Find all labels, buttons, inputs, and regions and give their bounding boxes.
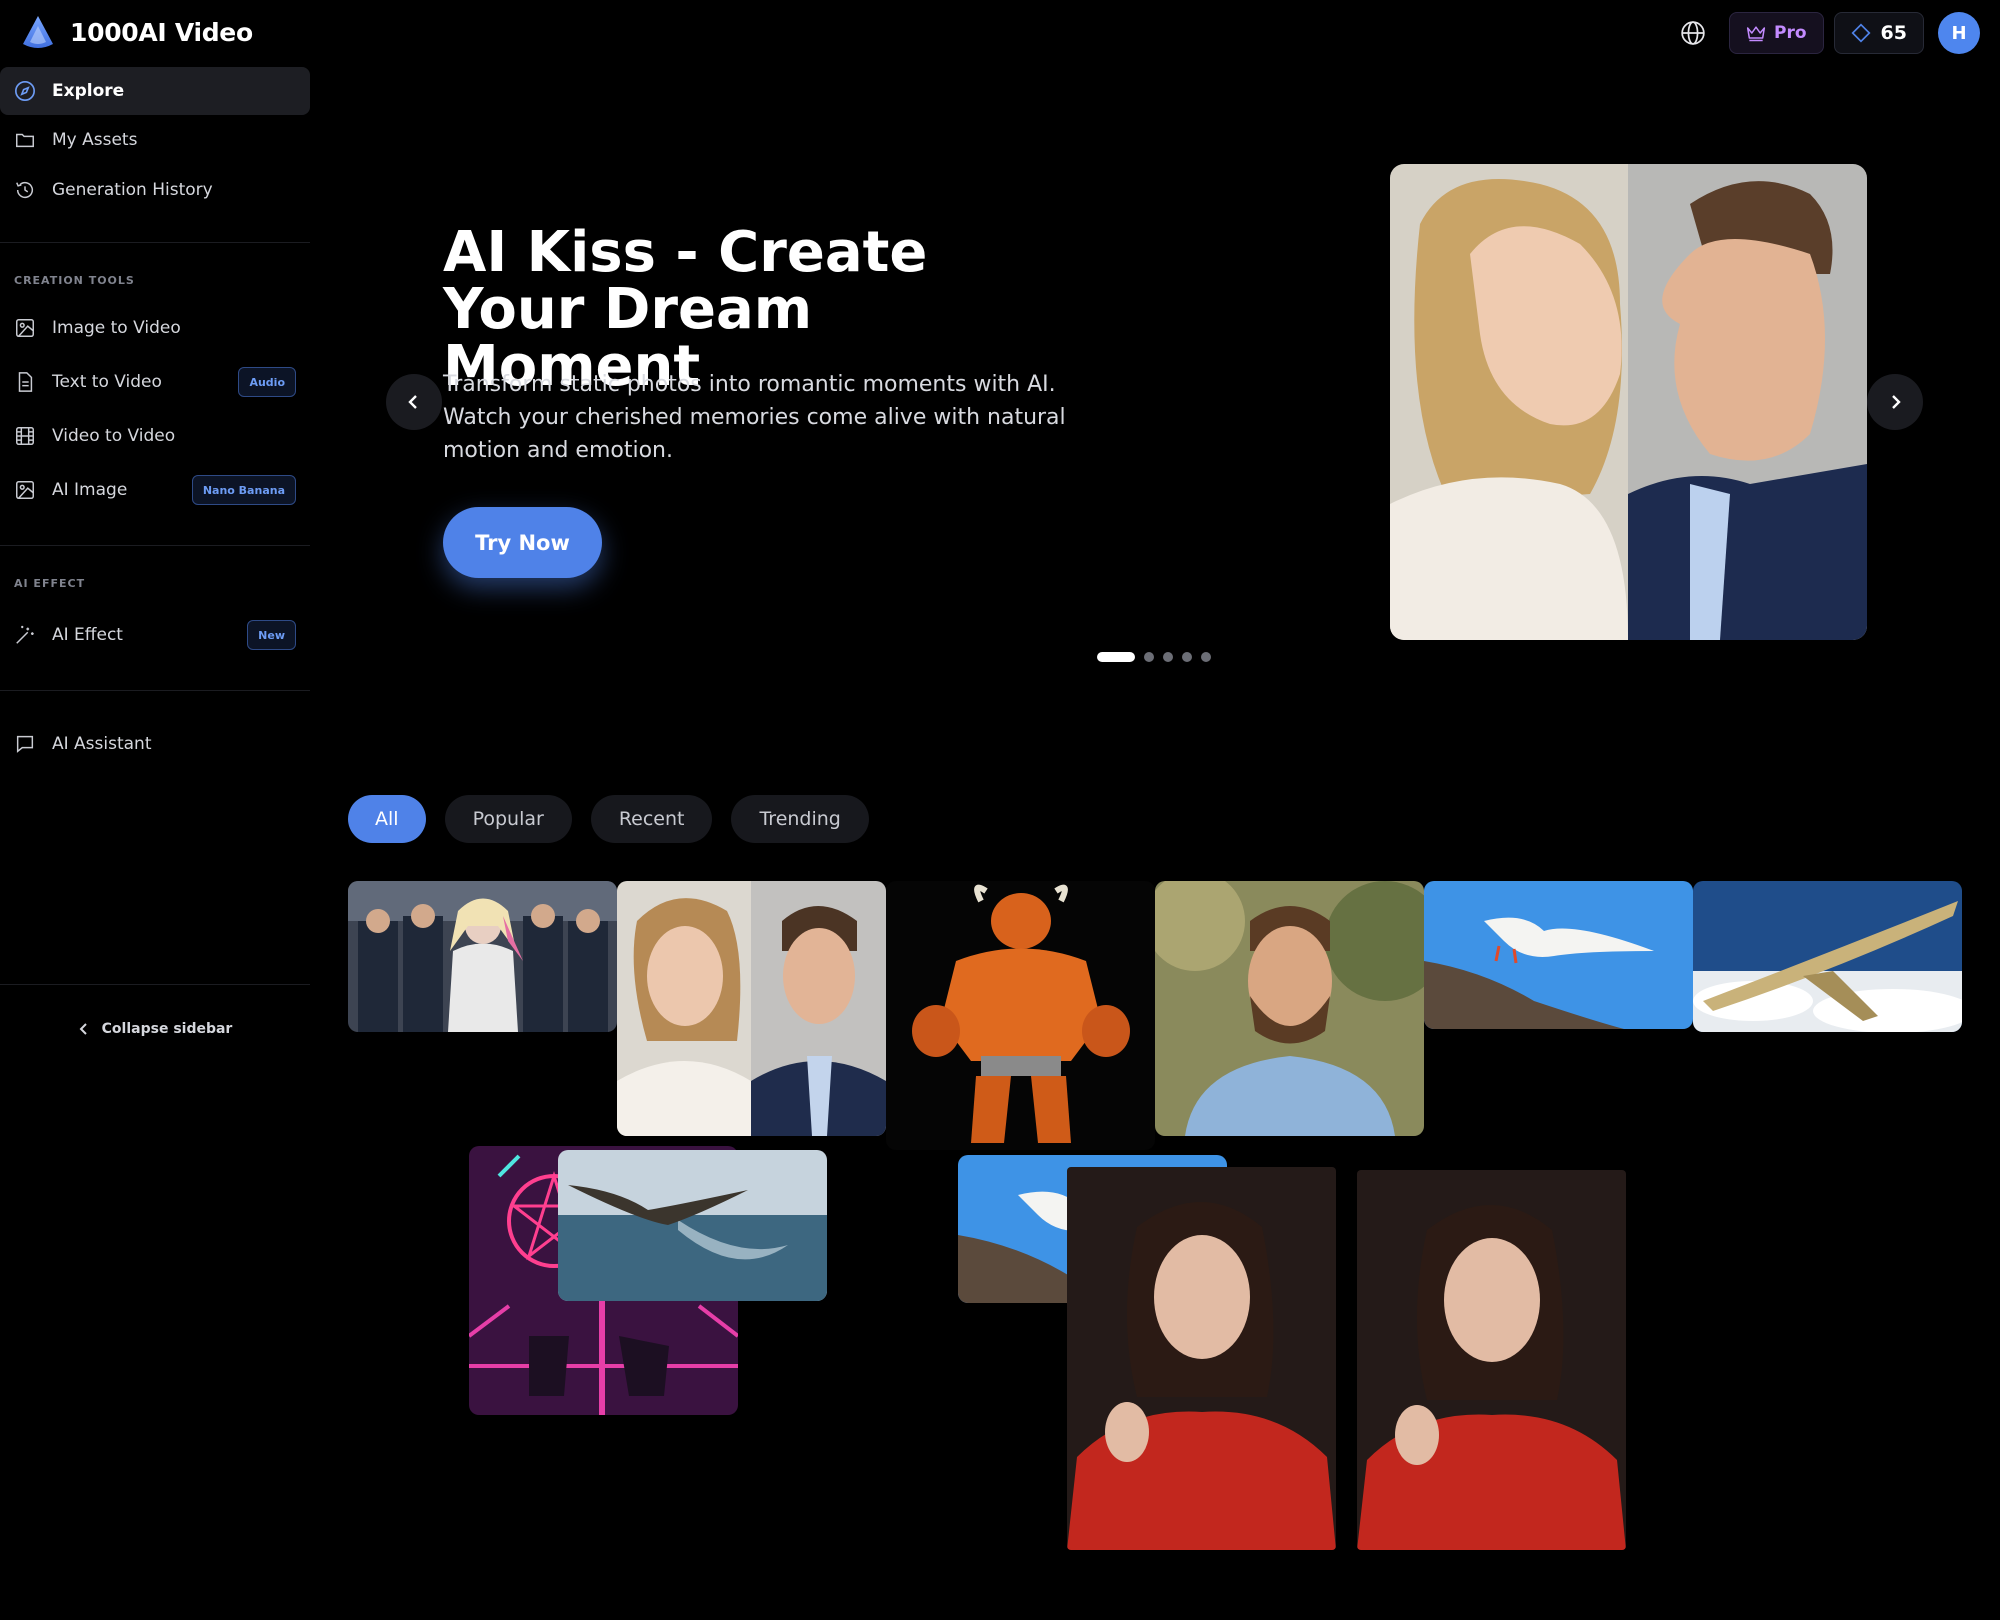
tab-trending[interactable]: Trending (731, 795, 869, 843)
pro-label: Pro (1774, 23, 1807, 43)
document-icon (14, 371, 36, 393)
sidebar-item-image-to-video[interactable]: Image to Video (0, 304, 310, 352)
gallery-card-bearded-man[interactable] (1155, 881, 1424, 1136)
sidebar-divider (0, 242, 310, 243)
compass-icon (14, 80, 36, 102)
nano-banana-badge: Nano Banana (191, 475, 296, 505)
collapse-sidebar-label: Collapse sidebar (101, 1021, 233, 1037)
magic-wand-icon (14, 624, 36, 646)
sidebar-item-generation-history[interactable]: Generation History (0, 166, 310, 214)
film-icon (14, 425, 36, 447)
sidebar-item-label: Explore (52, 81, 125, 101)
image-icon (14, 479, 36, 501)
slide-dot[interactable] (1163, 652, 1173, 662)
top-bar: 1000AI Video Pro 65 H (0, 0, 2000, 66)
slide-dot[interactable] (1144, 652, 1154, 662)
logo-icon (23, 16, 53, 48)
gallery-card-eagle-sea[interactable] (558, 1150, 827, 1301)
sidebar: Explore My Assets Generation History CRE… (0, 66, 310, 1620)
sidebar-item-text-to-video[interactable]: Text to Video Audio (0, 358, 310, 406)
sidebar-item-label: Video to Video (52, 426, 176, 446)
hero-image (1390, 164, 1867, 640)
previous-slide-button[interactable] (386, 374, 442, 430)
sidebar-divider (0, 690, 310, 691)
slide-dot[interactable] (1097, 652, 1135, 662)
tab-all[interactable]: All (348, 795, 426, 843)
image-icon (14, 317, 36, 339)
gallery-card-woman-red-sweater[interactable] (1067, 1167, 1336, 1550)
audio-badge: Audio (238, 367, 296, 397)
sidebar-item-label: Text to Video (52, 372, 162, 392)
tab-popular[interactable]: Popular (444, 795, 572, 843)
history-icon (14, 179, 36, 201)
slide-dot[interactable] (1201, 652, 1211, 662)
sidebar-item-label: AI Image (52, 480, 128, 500)
app-name: 1000AI Video (70, 17, 253, 47)
sidebar-item-label: Generation History (52, 180, 213, 200)
next-slide-button[interactable] (1867, 374, 1923, 430)
sidebar-item-my-assets[interactable]: My Assets (0, 116, 310, 164)
chevron-left-icon (79, 1023, 87, 1035)
sidebar-item-explore[interactable]: Explore (0, 67, 310, 115)
user-avatar[interactable]: H (1938, 12, 1980, 54)
filter-tabs: All Popular Recent Trending (348, 795, 869, 843)
credits-button[interactable]: 65 (1833, 12, 1924, 54)
gallery-card-orange-monster[interactable] (886, 881, 1155, 1150)
sidebar-item-label: Image to Video (52, 318, 181, 338)
diamond-icon (1851, 23, 1871, 43)
new-badge: New (247, 620, 296, 650)
slide-dot[interactable] (1182, 652, 1192, 662)
chevron-left-icon (408, 395, 417, 409)
collapse-sidebar-button[interactable]: Collapse sidebar (0, 1016, 310, 1042)
try-now-button[interactable]: Try Now (443, 507, 602, 578)
sidebar-item-video-to-video[interactable]: Video to Video (0, 412, 310, 460)
gallery-card-monster-girl[interactable] (348, 881, 617, 1032)
sidebar-item-ai-effect[interactable]: AI Effect New (0, 611, 310, 659)
ai-effect-heading: AI EFFECT (14, 577, 86, 590)
gallery-card-seagull[interactable] (1424, 881, 1693, 1029)
slide-indicators (1097, 652, 1211, 662)
crown-icon (1746, 26, 1766, 42)
folder-icon (14, 129, 36, 151)
creation-tools-heading: CREATION TOOLS (14, 274, 135, 287)
gallery-card-couple-portraits[interactable] (617, 881, 886, 1136)
sidebar-item-ai-assistant[interactable]: AI Assistant (0, 720, 310, 768)
globe-icon (1681, 21, 1705, 45)
pro-button[interactable]: Pro (1729, 12, 1824, 54)
gallery-card-woman-red-sweater[interactable] (1357, 1170, 1626, 1550)
chevron-right-icon (1892, 395, 1901, 409)
sidebar-item-label: AI Effect (52, 625, 123, 645)
language-button[interactable] (1673, 13, 1713, 53)
sidebar-item-label: My Assets (52, 130, 138, 150)
sidebar-divider (0, 545, 310, 546)
chat-icon (14, 733, 36, 755)
sidebar-divider (0, 984, 310, 985)
hero-description: Transform static photos into romantic mo… (443, 372, 1066, 463)
sidebar-item-label: AI Assistant (52, 734, 152, 754)
gallery-card-airplane[interactable] (1693, 881, 1962, 1032)
sidebar-item-ai-image[interactable]: AI Image Nano Banana (0, 466, 310, 514)
credits-count: 65 (1880, 22, 1907, 44)
brand[interactable]: 1000AI Video (20, 14, 253, 50)
tab-recent[interactable]: Recent (590, 795, 713, 843)
avatar-initial: H (1951, 22, 1967, 44)
